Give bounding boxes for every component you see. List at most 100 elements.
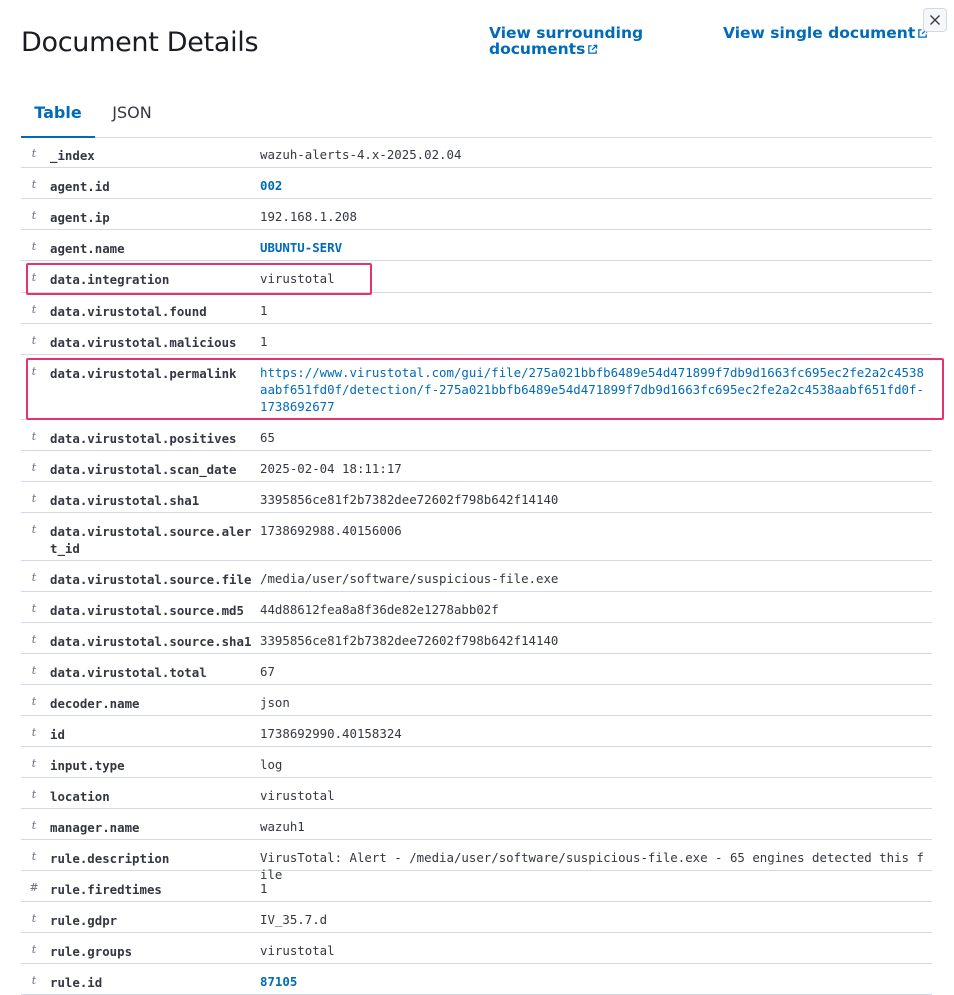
number-type-icon: # [29, 881, 39, 894]
field-value: 3395856ce81f2b7382dee72602f798b642f14140 [260, 633, 559, 648]
table-row: t agent.id 002 [21, 168, 932, 199]
string-type-icon: t [31, 365, 37, 378]
string-type-icon: t [31, 757, 37, 770]
field-name: input.type [50, 758, 125, 773]
field-name: rule.groups [50, 944, 133, 959]
string-type-icon: t [31, 303, 37, 316]
view-single-document-link[interactable]: View single document [723, 25, 928, 41]
table-row: t rule.gdpr IV_35.7.d [21, 902, 932, 933]
field-value[interactable]: 002 [260, 177, 930, 194]
table-row: t rule.groups virustotal [21, 933, 932, 964]
document-details-flyout: Document Details View surrounding docume… [0, 0, 954, 995]
field-name: data.virustotal.total [50, 665, 207, 680]
field-name: data.virustotal.permalink [50, 366, 237, 381]
table-row: t data.virustotal.source.md5 44d88612fea8a… [21, 592, 932, 623]
table-row: t data.virustotal.sha1 3395856ce81f2b7382d… [21, 482, 932, 513]
field-value: virustotal [260, 943, 335, 958]
field-name: data.virustotal.source.alert_id [50, 524, 252, 556]
tab-table[interactable]: Table [21, 92, 95, 138]
field-name: decoder.name [50, 696, 140, 711]
string-type-icon: t [31, 147, 37, 160]
field-name: data.integration [50, 272, 170, 287]
field-name: data.virustotal.source.file [50, 572, 252, 587]
field-name: data.virustotal.scan_date [50, 462, 237, 477]
table-row: t data.virustotal.source.sha1 3395856ce81f… [21, 623, 932, 654]
field-value: IV_35.7.d [260, 912, 328, 927]
field-value: 1 [260, 303, 268, 318]
string-type-icon: t [31, 819, 37, 832]
field-value: wazuh1 [260, 819, 305, 834]
string-type-icon: t [31, 178, 37, 191]
table-row: t rule.id 87105 [21, 964, 932, 995]
field-name: data.virustotal.positives [50, 431, 237, 446]
close-icon [930, 15, 940, 25]
string-type-icon: t [31, 726, 37, 739]
field-name: rule.firedtimes [50, 882, 162, 897]
table-row: t _index wazuh-alerts-4.x-2025.02.04 [21, 137, 932, 168]
field-name: agent.name [50, 241, 125, 256]
string-type-icon: t [31, 209, 37, 222]
table-row: t manager.name wazuh1 [21, 809, 932, 840]
field-value: 192.168.1.208 [260, 209, 357, 224]
field-name: rule.description [50, 851, 170, 866]
field-value-link[interactable]: https://www.virustotal.com/gui/file/275a… [260, 364, 930, 415]
field-value: 1738692990.40158324 [260, 726, 402, 741]
table-row: t data.virustotal.malicious 1 [21, 324, 932, 355]
page-title: Document Details [21, 27, 259, 58]
field-name: data.virustotal.found [50, 304, 207, 319]
field-name: rule.id [50, 975, 103, 990]
field-value: wazuh-alerts-4.x-2025.02.04 [260, 147, 462, 162]
string-type-icon: t [31, 492, 37, 505]
document-fields-table: t _index wazuh-alerts-4.x-2025.02.04 t agent… [21, 137, 932, 995]
tab-bar: Table JSON [21, 92, 932, 138]
field-value: 2025-02-04 18:11:17 [260, 461, 402, 476]
string-type-icon: t [31, 943, 37, 956]
field-name: agent.id [50, 179, 110, 194]
field-value: log [260, 757, 283, 772]
field-value: json [260, 695, 290, 710]
field-value: virustotal [260, 788, 335, 803]
field-value: 1 [260, 334, 268, 349]
table-row: t data.virustotal.found 1 [21, 293, 932, 324]
string-type-icon: t [31, 571, 37, 584]
table-row: t rule.description VirusTotal: Alert - /me… [21, 840, 932, 882]
field-value: 67 [260, 664, 275, 679]
field-value: 1 [260, 881, 268, 896]
table-row: t data.integration virustotal [21, 261, 932, 293]
field-name: _index [50, 148, 95, 163]
string-type-icon: t [31, 240, 37, 253]
view-surrounding-documents-link[interactable]: View surrounding documents [489, 25, 649, 57]
field-name: data.virustotal.malicious [50, 335, 237, 350]
string-type-icon: t [31, 602, 37, 615]
string-type-icon: t [31, 430, 37, 443]
table-row: t data.virustotal.permalink https://www.vi… [21, 355, 932, 420]
table-row: t agent.ip 192.168.1.208 [21, 199, 932, 230]
field-value[interactable]: UBUNTU-SERV [260, 239, 930, 256]
string-type-icon: t [31, 664, 37, 677]
string-type-icon: t [31, 850, 37, 863]
string-type-icon: t [31, 523, 37, 536]
string-type-icon: t [31, 271, 37, 284]
close-button[interactable] [923, 8, 947, 32]
table-row: # rule.firedtimes 1 [21, 871, 932, 902]
field-value[interactable]: 87105 [260, 973, 930, 990]
view-single-document-label: View single document [723, 24, 916, 42]
table-row: t data.virustotal.positives 65 [21, 420, 932, 451]
tab-json[interactable]: JSON [111, 92, 153, 136]
string-type-icon: t [31, 912, 37, 925]
field-value: /media/user/software/suspicious-file.exe [260, 571, 559, 586]
table-row: t data.virustotal.total 67 [21, 654, 932, 685]
table-row: t input.type log [21, 747, 932, 778]
string-type-icon: t [31, 788, 37, 801]
field-name: id [50, 727, 65, 742]
field-name: agent.ip [50, 210, 110, 225]
field-value: 44d88612fea8a8f36de82e1278abb02f [260, 602, 499, 617]
field-value: virustotal [260, 271, 335, 286]
string-type-icon: t [31, 633, 37, 646]
table-row: t data.virustotal.scan_date 2025-02-04 18:… [21, 451, 932, 482]
table-row: t decoder.name json [21, 685, 932, 716]
string-type-icon: t [31, 974, 37, 987]
table-row: t agent.name UBUNTU-SERV [21, 230, 932, 261]
field-name: data.virustotal.sha1 [50, 493, 200, 508]
table-row: t id 1738692990.40158324 [21, 716, 932, 747]
